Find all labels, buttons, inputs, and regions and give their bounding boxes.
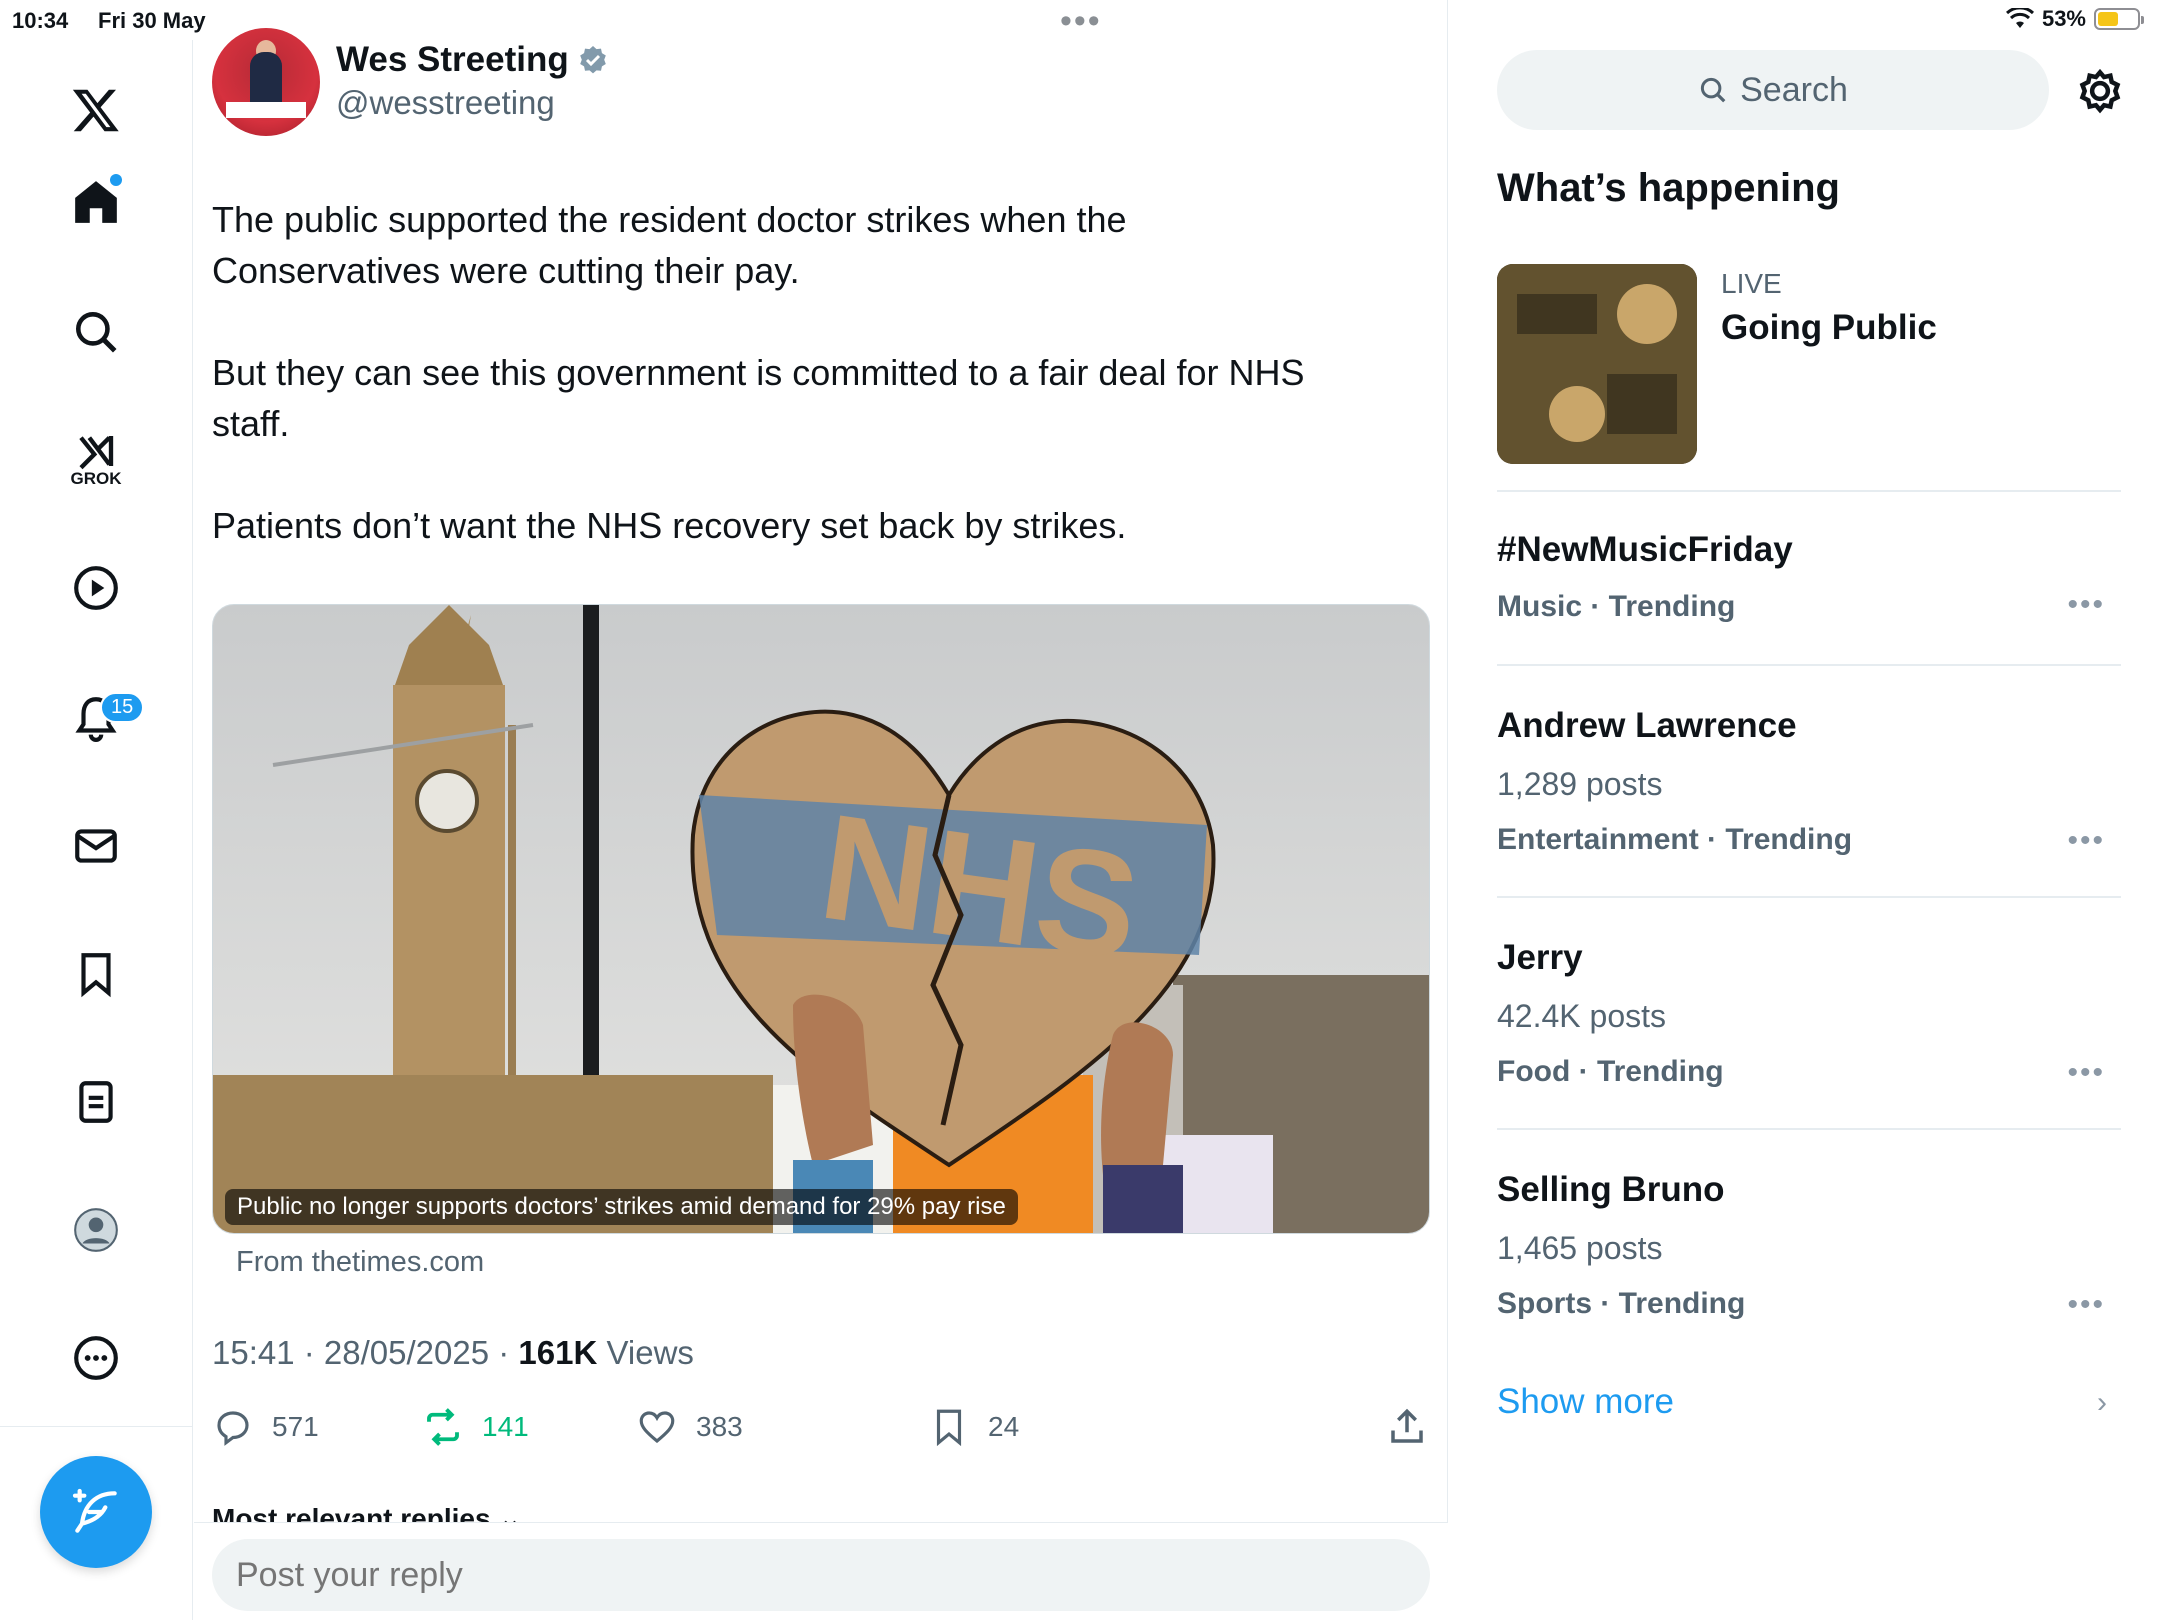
like-button[interactable]: 383 — [636, 1406, 743, 1448]
compose-feather-icon — [72, 1488, 117, 1533]
more-options-icon[interactable] — [56, 1318, 136, 1398]
trend-more-icon[interactable]: ••• — [2067, 1056, 2105, 1090]
views-count: 161K — [518, 1334, 598, 1371]
right-sidebar: Search What’s happening LIVE Going Publi… — [1449, 0, 2160, 1620]
share-button[interactable] — [1386, 1406, 1428, 1448]
status-date: Fri 30 May — [98, 8, 206, 33]
author-name: Wes Streeting — [336, 40, 569, 79]
notification-badge: 15 — [100, 692, 145, 723]
divider — [1497, 1128, 2121, 1130]
search-input[interactable]: Search — [1497, 50, 2049, 130]
trend-item[interactable]: Selling Bruno 1,465 posts Sports · Trend… — [1497, 1170, 2121, 1321]
chevron-down-icon: ⌄ — [498, 1503, 522, 1522]
home-unread-dot — [110, 174, 122, 186]
bookmarks-icon[interactable] — [56, 934, 136, 1014]
notifications-icon[interactable]: 15 — [56, 678, 145, 758]
trend-more-icon[interactable]: ••• — [2067, 588, 2105, 622]
divider — [1497, 490, 2121, 492]
left-nav: GROK 15 — [0, 40, 193, 1620]
messages-icon[interactable] — [56, 806, 136, 886]
author-name-row[interactable]: Wes Streeting — [336, 40, 609, 80]
home-icon[interactable] — [56, 162, 136, 242]
replies-sort-label: Most relevant replies — [212, 1503, 491, 1522]
trend-title: Andrew Lawrence — [1497, 706, 1797, 745]
profile-icon[interactable] — [56, 1190, 136, 1270]
trend-title: #NewMusicFriday — [1497, 530, 1793, 569]
trend-item[interactable]: Andrew Lawrence 1,289 posts Entertainmen… — [1497, 706, 2121, 857]
link-card-title: Public no longer supports doctors’ strik… — [225, 1189, 1018, 1225]
author-avatar[interactable] — [212, 28, 320, 136]
x-logo-icon[interactable] — [56, 70, 136, 150]
author-handle[interactable]: @wesstreeting — [336, 84, 555, 122]
whats-happening-title: What’s happening — [1497, 166, 1840, 210]
verified-badge-icon — [579, 46, 606, 74]
link-card-image[interactable]: NHS Public no longer supports doctors’ s… — [212, 604, 1430, 1234]
lists-icon[interactable] — [56, 1062, 136, 1142]
tweet-detail: Wes Streeting @wesstreeting The public s… — [194, 0, 1448, 1620]
views-label: Views — [597, 1334, 694, 1371]
trend-more-icon[interactable]: ••• — [2067, 1288, 2105, 1322]
bookmark-count: 24 — [988, 1411, 1020, 1442]
tweet-text: The public supported the resident doctor… — [212, 199, 1305, 546]
reply-input[interactable] — [212, 1539, 1430, 1611]
heart-icon — [639, 1411, 675, 1444]
trend-category: Food · Trending — [1497, 1055, 1724, 1088]
retweet-button[interactable]: 141 — [422, 1406, 529, 1448]
live-label: LIVE — [1721, 268, 1782, 299]
protest-photo: NHS — [213, 605, 1429, 1233]
search-icon — [1701, 77, 1726, 103]
retweet-icon — [427, 1408, 459, 1446]
status-time: 10:34 — [12, 8, 69, 33]
trend-item[interactable]: Jerry 42.4K posts Food · Trending ••• — [1497, 938, 2121, 1089]
video-icon[interactable] — [56, 548, 136, 628]
live-event-image — [1497, 264, 1697, 464]
divider — [1497, 896, 2121, 898]
trend-category: Entertainment · Trending — [1497, 823, 1853, 856]
divider — [1497, 664, 2121, 666]
tweet-meta: 15:41 · 28/05/2025 · 161K Views — [212, 1334, 694, 1372]
like-count: 383 — [696, 1411, 743, 1442]
retweet-count: 141 — [482, 1411, 529, 1442]
trend-posts: 42.4K posts — [1497, 998, 1666, 1034]
search-icon[interactable] — [56, 292, 136, 372]
live-event-thumbnail[interactable] — [1497, 264, 1697, 464]
trend-posts: 1,289 posts — [1497, 766, 1663, 802]
show-more-link[interactable]: Show more — [1497, 1382, 1674, 1422]
grok-icon[interactable]: GROK — [56, 420, 136, 500]
share-icon — [1391, 1408, 1423, 1443]
search-placeholder: Search — [1740, 70, 1848, 109]
trend-category: Sports · Trending — [1497, 1287, 1746, 1320]
settings-gear-icon[interactable] — [2073, 64, 2127, 118]
link-card-source[interactable]: From thetimes.com — [236, 1246, 484, 1279]
replies-sort-header[interactable]: Most relevant replies ⌄ — [212, 1502, 522, 1522]
bookmark-icon — [936, 1409, 962, 1447]
trend-title: Selling Bruno — [1497, 1170, 1725, 1209]
reply-button[interactable]: 571 — [212, 1406, 319, 1448]
trend-title: Jerry — [1497, 938, 1583, 977]
nav-divider — [0, 1426, 193, 1427]
compose-post-button[interactable] — [40, 1456, 152, 1568]
trend-posts: 1,465 posts — [1497, 1230, 1663, 1266]
chevron-right-icon: › — [2097, 1386, 2107, 1419]
live-title[interactable]: Going Public — [1721, 308, 1937, 348]
reply-count: 571 — [272, 1411, 319, 1442]
trend-category: Music · Trending — [1497, 590, 1736, 623]
trend-item[interactable]: #NewMusicFriday Music · Trending ••• — [1497, 530, 2121, 624]
tweet-timestamp[interactable]: 15:41 · 28/05/2025 · — [212, 1334, 518, 1371]
reply-bar — [194, 1522, 1448, 1620]
grok-label: GROK — [70, 469, 122, 488]
reply-icon — [217, 1411, 249, 1446]
bookmark-button[interactable]: 24 — [928, 1406, 1019, 1448]
trend-more-icon[interactable]: ••• — [2067, 824, 2105, 858]
tweet-actions: 571 141 383 24 — [212, 1406, 1442, 1456]
